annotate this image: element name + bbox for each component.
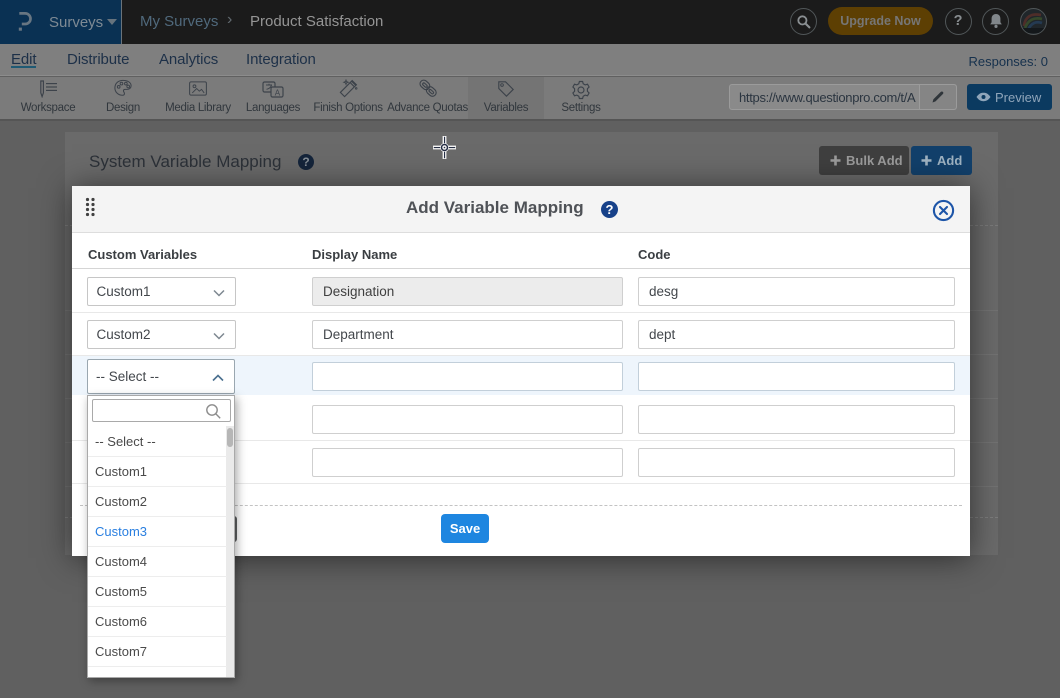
svg-text:A: A: [275, 88, 281, 97]
